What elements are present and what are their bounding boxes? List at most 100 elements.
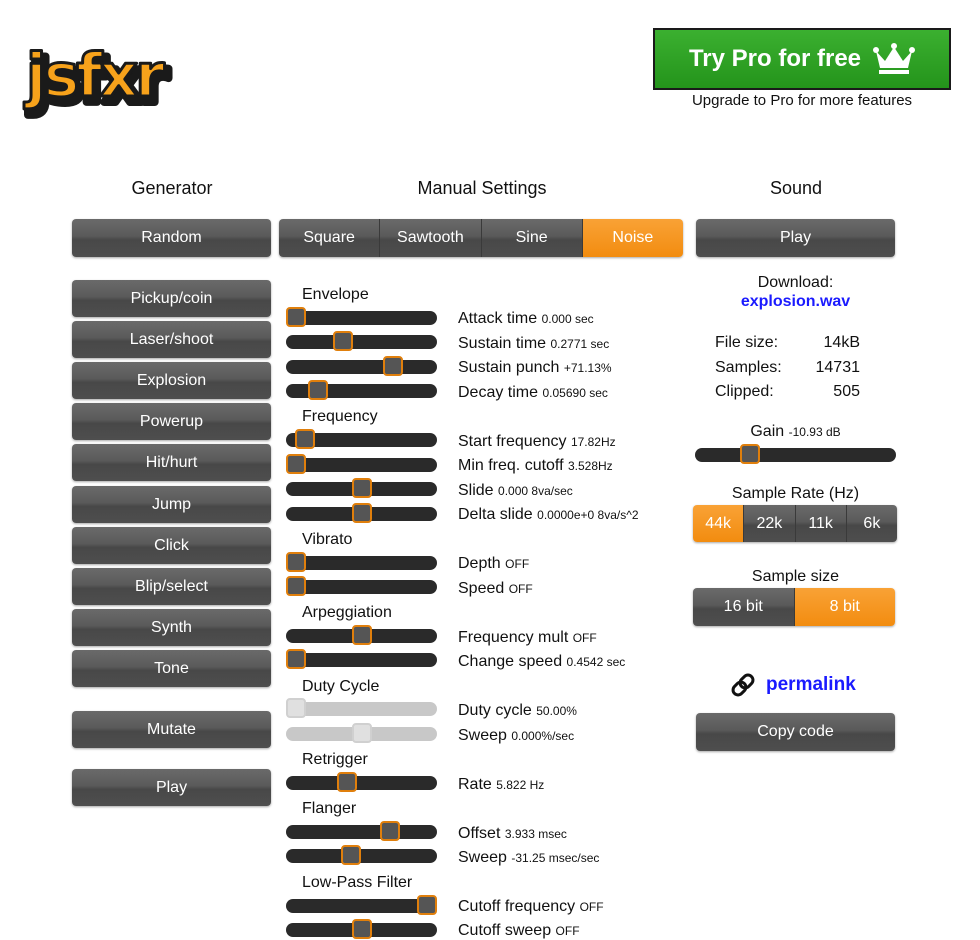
waveform-sawtooth[interactable]: Sawtooth xyxy=(380,219,482,257)
slider-handle[interactable] xyxy=(380,821,401,841)
gain-slider[interactable] xyxy=(695,444,896,464)
slider-handle[interactable] xyxy=(286,576,306,596)
section-low-pass-filter: Low-Pass Filter xyxy=(302,874,413,891)
slide-label: Slide 0.000 8va/sec xyxy=(458,482,573,499)
preset-powerup-button[interactable]: Powerup xyxy=(72,403,271,440)
samples-value: 14731 xyxy=(815,359,861,376)
slider-handle[interactable] xyxy=(308,380,329,400)
slider-handle[interactable] xyxy=(286,552,306,572)
slider-handle[interactable] xyxy=(417,895,437,915)
download-label: Download: xyxy=(757,274,834,291)
sample-rate-44k[interactable]: 44k xyxy=(693,505,745,542)
try-pro-label: Try Pro for free xyxy=(688,45,862,72)
flanger-sweep-slider[interactable] xyxy=(286,845,437,865)
preset-tone-button[interactable]: Tone xyxy=(72,650,271,687)
duty-sweep-slider[interactable] xyxy=(286,723,437,743)
link-icon xyxy=(731,673,755,697)
cutoff-frequency-slider[interactable] xyxy=(286,895,437,915)
cutoff-sweep-slider[interactable] xyxy=(286,919,437,939)
slider-handle[interactable] xyxy=(295,429,316,449)
flanger-offset-label: Offset 3.933 msec xyxy=(458,825,567,842)
section-retrigger: Retrigger xyxy=(302,751,368,768)
slider-handle[interactable] xyxy=(351,919,372,939)
retrigger-rate-slider[interactable] xyxy=(286,772,437,792)
start-frequency-slider[interactable] xyxy=(286,429,437,449)
duty-cycle-slider[interactable] xyxy=(286,698,437,718)
waveform-selector: Square Sawtooth Sine Noise xyxy=(279,219,683,257)
slider-handle[interactable] xyxy=(337,772,358,792)
sample-size-8bit[interactable]: 8 bit xyxy=(794,588,895,626)
try-pro-button[interactable]: Try Pro for free xyxy=(653,28,951,90)
preset-explosion-button[interactable]: Explosion xyxy=(72,362,271,399)
retrigger-rate-label: Rate 5.822 Hz xyxy=(458,776,545,793)
sample-size-16bit[interactable]: 16 bit xyxy=(693,588,795,626)
slider-handle[interactable] xyxy=(341,845,362,865)
preset-jump-button[interactable]: Jump xyxy=(72,486,271,523)
jsfxr-logo[interactable]: jsfxr jsfxr xyxy=(22,36,187,122)
slider-handle[interactable] xyxy=(333,331,354,351)
delta-slide-label: Delta slide 0.0000e+0 8va/s^2 xyxy=(458,506,639,523)
sample-size-selector: 16 bit 8 bit xyxy=(693,588,895,626)
file-size-value: 14kB xyxy=(823,334,860,351)
clipped-value: 505 xyxy=(833,383,860,400)
section-vibrato: Vibrato xyxy=(302,531,353,548)
frequency-mult-slider[interactable] xyxy=(286,625,437,645)
min-freq-cutoff-slider[interactable] xyxy=(286,454,437,474)
section-envelope: Envelope xyxy=(302,286,369,303)
preset-click-button[interactable]: Click xyxy=(72,527,271,564)
section-duty-cycle: Duty Cycle xyxy=(302,678,380,695)
sample-rate-22k[interactable]: 22k xyxy=(744,505,796,542)
file-size-label: File size: xyxy=(715,334,779,351)
copy-code-button[interactable]: Copy code xyxy=(696,713,895,751)
attack-time-slider[interactable] xyxy=(286,307,437,327)
decay-time-slider[interactable] xyxy=(286,380,437,400)
change-speed-label: Change speed 0.4542 sec xyxy=(458,653,626,670)
sample-rate-11k[interactable]: 11k xyxy=(795,505,847,542)
vibrato-speed-slider[interactable] xyxy=(286,576,437,596)
slide-slider[interactable] xyxy=(286,478,437,498)
download-wav-link[interactable]: explosion.wav xyxy=(741,293,850,310)
pro-subtitle: Upgrade to Pro for more features xyxy=(691,92,913,109)
slider-handle[interactable] xyxy=(286,698,306,718)
sustain-time-label: Sustain time 0.2771 sec xyxy=(458,335,610,352)
delta-slide-slider[interactable] xyxy=(286,503,437,523)
preset-synth-button[interactable]: Synth xyxy=(72,609,271,646)
slider-handle[interactable] xyxy=(351,478,372,498)
preset-hit-hurt-button[interactable]: Hit/hurt xyxy=(72,444,271,481)
preset-blip-select-button[interactable]: Blip/select xyxy=(72,568,271,605)
vibrato-depth-label: Depth OFF xyxy=(458,555,530,572)
flanger-sweep-label: Sweep -31.25 msec/sec xyxy=(458,849,600,866)
waveform-square[interactable]: Square xyxy=(279,219,381,257)
duty-sweep-label: Sweep 0.000%/sec xyxy=(458,727,575,744)
slider-handle[interactable] xyxy=(286,307,306,327)
permalink-link[interactable]: permalink xyxy=(766,674,856,696)
logo-text: jsfxr xyxy=(24,41,165,111)
slider-handle[interactable] xyxy=(351,625,372,645)
change-speed-slider[interactable] xyxy=(286,649,437,669)
vibrato-speed-label: Speed OFF xyxy=(458,580,533,597)
sustain-time-slider[interactable] xyxy=(286,331,437,351)
slider-handle[interactable] xyxy=(351,503,372,523)
slider-handle[interactable] xyxy=(351,723,372,743)
start-frequency-label: Start frequency 17.82Hz xyxy=(458,433,616,450)
slider-handle[interactable] xyxy=(286,454,306,474)
crown-icon xyxy=(873,43,916,74)
slider-handle[interactable] xyxy=(740,444,761,464)
sustain-punch-slider[interactable] xyxy=(286,356,437,376)
sound-play-button[interactable]: Play xyxy=(696,219,895,257)
preset-laser-shoot-button[interactable]: Laser/shoot xyxy=(72,321,271,358)
mutate-button[interactable]: Mutate xyxy=(72,711,271,748)
sample-rate-6k[interactable]: 6k xyxy=(846,505,897,542)
slider-handle[interactable] xyxy=(286,649,306,669)
waveform-noise[interactable]: Noise xyxy=(582,219,683,257)
slider-handle[interactable] xyxy=(382,356,403,376)
sample-size-label: Sample size xyxy=(751,568,840,585)
preset-pickup-coin-button[interactable]: Pickup/coin xyxy=(72,280,271,317)
waveform-sine[interactable]: Sine xyxy=(481,219,583,257)
vibrato-depth-slider[interactable] xyxy=(286,552,437,572)
random-button[interactable]: Random xyxy=(72,219,271,257)
flanger-offset-slider[interactable] xyxy=(286,821,437,841)
gain-label: Gain -10.93 dB xyxy=(750,423,841,440)
decay-time-label: Decay time 0.05690 sec xyxy=(458,384,608,401)
generator-play-button[interactable]: Play xyxy=(72,769,271,806)
